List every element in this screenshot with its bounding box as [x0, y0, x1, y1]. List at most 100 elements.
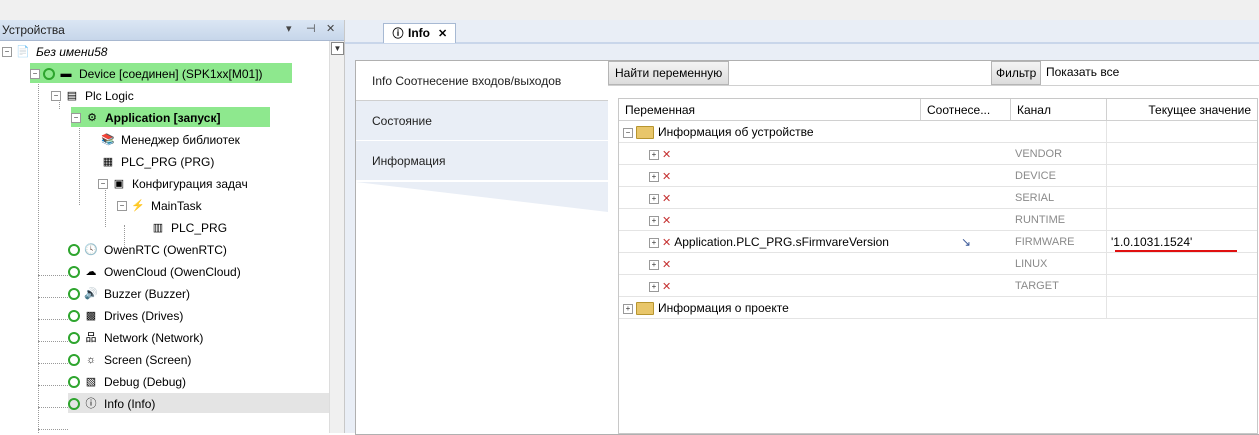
variable-icon: ✕: [662, 280, 672, 293]
info-icon: ⓘ: [392, 27, 404, 40]
variable-icon: ✕: [662, 148, 672, 161]
variable-icon: ✕: [662, 236, 672, 249]
tree-item-plc-prg[interactable]: ▦ PLC_PRG (PRG): [100, 151, 217, 171]
project-icon: 📄: [16, 45, 30, 58]
mapped-variable-icon: ↘: [960, 235, 972, 249]
expand-icon[interactable]: +: [649, 193, 659, 204]
variable-icon: ✕: [662, 258, 672, 271]
scroll-up-icon[interactable]: ▼: [331, 42, 344, 55]
side-tab-status[interactable]: Состояние: [356, 101, 608, 141]
side-tabs-shadow: [356, 182, 608, 212]
tree-item-device[interactable]: − ▬ Device [соединен] (SPK1xx[M01]): [30, 63, 292, 83]
collapse-icon[interactable]: −: [51, 90, 61, 101]
editor-area: ⓘ Info ✕ Info Соотнесение входов/выходов С…: [345, 20, 1259, 435]
io-mapping-grid: Переменная Соотнесе... Канал Текущее зна…: [618, 98, 1258, 434]
tree-item-debug[interactable]: ▧ Debug (Debug): [68, 371, 189, 391]
close-panel-icon[interactable]: ✕: [326, 22, 335, 35]
status-ok-icon: [68, 331, 80, 344]
pin-icon[interactable]: ⊣: [306, 22, 316, 35]
expand-icon[interactable]: +: [649, 215, 659, 226]
tree-item-owenrtc[interactable]: 🕓 OwenRTC (OwenRTC): [68, 239, 230, 259]
expand-icon[interactable]: +: [649, 259, 659, 270]
folder-icon: [636, 126, 654, 140]
table-row[interactable]: + ✕ SERIAL: [619, 187, 1257, 209]
expand-icon[interactable]: +: [649, 281, 659, 292]
plc-logic-icon: ▤: [66, 89, 78, 102]
table-row[interactable]: + ✕ DEVICE: [619, 165, 1257, 187]
status-ok-icon: [68, 265, 80, 278]
status-ok-icon: [68, 243, 80, 256]
tree-item-network[interactable]: 品 Network (Network): [68, 327, 206, 347]
info-editor-body: Info Соотнесение входов/выходов Состояни…: [355, 60, 1259, 435]
library-manager-icon: 📚: [101, 133, 115, 146]
find-variable-button[interactable]: Найти переменную: [608, 61, 730, 85]
device-tree: − 📄 Без имени58 − ▬ Device [соединен] (SPK1x…: [0, 41, 330, 433]
expand-icon[interactable]: +: [649, 237, 659, 248]
side-tabs: Info Соотнесение входов/выходов Состояни…: [356, 61, 608, 434]
variable-icon: ✕: [662, 192, 672, 205]
variable-icon: ✕: [662, 214, 672, 227]
folder-icon: [636, 302, 654, 316]
tree-item-library-manager[interactable]: 📚 Менеджер библиотек: [100, 129, 243, 149]
tree-item-plc-logic[interactable]: − ▤ Plc Logic: [51, 85, 137, 105]
collapse-icon[interactable]: −: [98, 178, 108, 189]
tree-item-buzzer[interactable]: 🔊 Buzzer (Buzzer): [68, 283, 193, 303]
collapse-icon[interactable]: −: [71, 112, 81, 123]
expand-icon[interactable]: +: [649, 149, 659, 160]
collapse-icon[interactable]: −: [2, 46, 12, 57]
side-tab-information[interactable]: Информация: [356, 141, 608, 181]
tree-item-task-config[interactable]: − ▣ Конфигурация задач: [98, 173, 251, 193]
program-icon: ▦: [102, 155, 114, 168]
table-row[interactable]: + ✕ TARGET: [619, 275, 1257, 297]
table-row[interactable]: + ✕ LINUX: [619, 253, 1257, 275]
status-ok-icon: [68, 309, 80, 322]
network-icon: 品: [85, 331, 97, 344]
group-row-device-info[interactable]: − Информация об устройстве: [619, 121, 1257, 143]
devices-panel-title: Устройства: [2, 23, 65, 37]
devices-panel: Устройства ▾ ⊣ ✕ − 📄 Без имени58 − ▬ Device …: [0, 20, 345, 433]
collapse-icon[interactable]: −: [117, 200, 127, 211]
tree-item-maintask[interactable]: − ⚡ MainTask: [117, 195, 205, 215]
screen-icon: ☼: [85, 353, 97, 366]
table-row[interactable]: + ✕ RUNTIME: [619, 209, 1257, 231]
tab-info[interactable]: ⓘ Info ✕: [383, 23, 457, 43]
tree-item-info[interactable]: ⓘ Info (Info): [68, 393, 330, 413]
expand-icon[interactable]: +: [623, 303, 633, 314]
tree-item-drives[interactable]: ▩ Drives (Drives): [68, 305, 186, 325]
column-header-current-value[interactable]: Текущее значение: [1107, 99, 1257, 121]
tree-item-screen[interactable]: ☼ Screen (Screen): [68, 349, 194, 369]
io-toolbar: Найти переменную Фильтр Показать все: [608, 61, 1259, 86]
top-strip: [0, 0, 1259, 20]
tree-item-owencloud[interactable]: ☁ OwenCloud (OwenCloud): [68, 261, 244, 281]
table-row[interactable]: + ✕ VENDOR: [619, 143, 1257, 165]
io-mapping-content: Найти переменную Фильтр Показать все Пер…: [608, 61, 1259, 434]
side-tab-io-mapping[interactable]: Info Соотнесение входов/выходов: [356, 61, 608, 101]
value-underline: [1115, 250, 1237, 252]
column-header-channel[interactable]: Канал: [1011, 99, 1107, 121]
panel-dropdown-icon[interactable]: ▾: [286, 22, 292, 35]
tree-item-project[interactable]: − 📄 Без имени58: [2, 41, 110, 61]
tree-item-plc-prg-call[interactable]: ▥ PLC_PRG: [150, 217, 230, 237]
column-header-mapping[interactable]: Соотнесе...: [921, 99, 1011, 121]
devices-scrollbar[interactable]: ▼: [329, 41, 344, 433]
status-ok-icon: [68, 287, 80, 300]
filter-select[interactable]: Показать все: [1046, 61, 1119, 83]
expand-icon[interactable]: +: [649, 171, 659, 182]
collapse-icon[interactable]: −: [30, 68, 40, 79]
status-ok-icon: [68, 353, 80, 366]
filter-button[interactable]: Фильтр: [991, 61, 1042, 85]
speaker-icon: 🔊: [84, 287, 98, 300]
debug-icon: ▧: [85, 375, 97, 388]
task-config-icon: ▣: [113, 177, 125, 190]
collapse-icon[interactable]: −: [623, 127, 633, 138]
group-row-project-info[interactable]: + Информация о проекте: [619, 297, 1257, 319]
column-header-variable[interactable]: Переменная: [619, 99, 921, 121]
status-ok-icon: [68, 397, 80, 410]
task-icon: ⚡: [131, 199, 145, 212]
close-tab-icon[interactable]: ✕: [438, 28, 447, 40]
device-icon: ▬: [60, 67, 72, 80]
cloud-icon: ☁: [85, 265, 97, 278]
tree-item-application[interactable]: − ⚙ Application [запуск]: [71, 107, 270, 127]
connected-status-icon: [43, 67, 55, 80]
info-icon: ⓘ: [85, 397, 97, 410]
